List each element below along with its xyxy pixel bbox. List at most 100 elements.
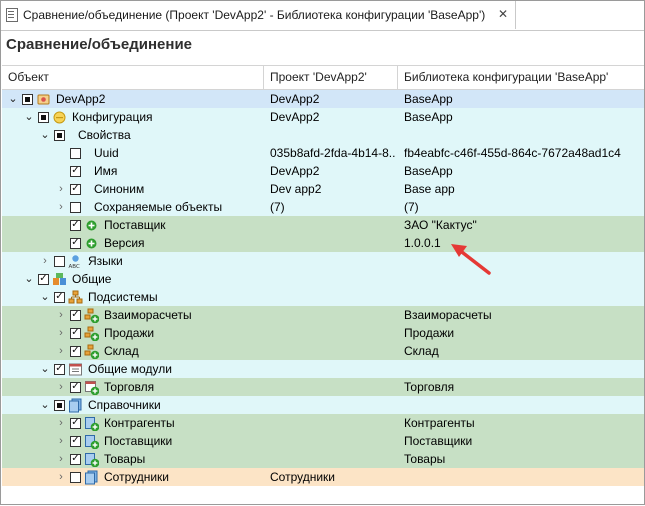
library-value: Продажи	[404, 326, 455, 340]
object-cell: › Сотрудники	[2, 468, 262, 486]
chevron-right-icon[interactable]: ›	[55, 198, 67, 216]
project-value	[264, 450, 396, 468]
table-row[interactable]: ⌄ Свойства	[2, 126, 644, 144]
project-value	[264, 216, 396, 234]
merge-checkbox[interactable]: ✓	[70, 237, 81, 249]
chevron-down-icon[interactable]: ⌄	[7, 90, 19, 108]
subsystem-add-icon	[84, 344, 99, 359]
chevron-down-icon[interactable]: ⌄	[39, 396, 51, 414]
merge-checkbox[interactable]: ✓	[70, 183, 81, 195]
chevron-down-icon[interactable]: ⌄	[39, 126, 51, 144]
merge-checkbox[interactable]: ✓	[70, 165, 81, 177]
table-row[interactable]: › Сохраняемые объекты (7) (7)	[2, 198, 644, 216]
chevron-right-icon[interactable]: ›	[55, 414, 67, 432]
chevron-right-icon[interactable]: ›	[55, 378, 67, 396]
merge-checkbox[interactable]: ✓	[54, 291, 65, 303]
table-row[interactable]: › ✓ Продажи Продажи	[2, 324, 644, 342]
table-row[interactable]: ✓ Имя DevApp2 BaseApp	[2, 162, 644, 180]
catalogs-icon	[68, 398, 83, 413]
merge-checkbox[interactable]	[54, 129, 65, 141]
merge-checkbox[interactable]	[38, 111, 49, 123]
merge-checkbox[interactable]: ✓	[70, 345, 81, 357]
library-value: (7)	[404, 200, 419, 214]
object-cell: ⌄ Справочники	[2, 396, 262, 414]
table-row[interactable]: › ✓ Поставщики Поставщики	[2, 432, 644, 450]
table-row[interactable]: › ✓ Товары Товары	[2, 450, 644, 468]
merge-checkbox[interactable]	[70, 201, 81, 213]
table-row[interactable]: › ✓ Торговля Торговля	[2, 378, 644, 396]
project-value	[264, 288, 396, 306]
project-value	[264, 126, 396, 144]
chevron-down-icon[interactable]: ⌄	[23, 108, 35, 126]
merge-checkbox[interactable]	[70, 471, 81, 483]
chevron-right-icon[interactable]: ›	[55, 306, 67, 324]
table-row[interactable]: › ABC Языки	[2, 252, 644, 270]
merge-checkbox[interactable]: ✓	[70, 453, 81, 465]
table-row[interactable]: › ✓ Взаиморасчеты Взаиморасчеты	[2, 306, 644, 324]
close-icon[interactable]: ✕	[497, 8, 509, 20]
object-label: Общие модули	[88, 362, 172, 376]
table-row[interactable]: ⌄ ✓ Подсистемы	[2, 288, 644, 306]
merge-checkbox[interactable]: ✓	[70, 417, 81, 429]
editor-tab[interactable]: Сравнение/объединение (Проект 'DevApp2' …	[1, 1, 516, 29]
chevron-down-icon[interactable]: ⌄	[23, 270, 35, 288]
chevron-right-icon[interactable]: ›	[55, 468, 67, 486]
merge-checkbox[interactable]	[22, 93, 33, 105]
object-label: Синоним	[94, 182, 145, 196]
library-value: 1.0.0.1	[404, 236, 441, 250]
tab-title: Сравнение/объединение (Проект 'DevApp2' …	[23, 8, 486, 22]
merge-checkbox[interactable]	[54, 255, 65, 267]
object-label: Подсистемы	[88, 290, 158, 304]
table-row[interactable]: ⌄ ✓ Общие модули	[2, 360, 644, 378]
merge-checkbox[interactable]: ✓	[70, 309, 81, 321]
project-value	[264, 324, 396, 342]
catalog-add-icon	[84, 434, 99, 449]
chevron-down-icon[interactable]: ⌄	[39, 288, 51, 306]
table-row[interactable]: ⌄ Справочники	[2, 396, 644, 414]
merge-checkbox[interactable]: ✓	[70, 435, 81, 447]
table-row[interactable]: ⌄ DevApp2 DevApp2 BaseApp	[2, 90, 644, 108]
chevron-right-icon[interactable]: ›	[55, 432, 67, 450]
library-value: Взаиморасчеты	[404, 308, 492, 322]
merge-checkbox[interactable]: ✓	[70, 381, 81, 393]
table-row[interactable]: ⌄ Конфигурация DevApp2 BaseApp	[2, 108, 644, 126]
column-header-object[interactable]: Объект	[2, 66, 264, 89]
table-body: ⌄ DevApp2 DevApp2 BaseApp ⌄ Конфигурация DevAp…	[2, 90, 644, 486]
merge-checkbox[interactable]: ✓	[70, 219, 81, 231]
merge-checkbox[interactable]	[70, 147, 81, 159]
table-row[interactable]: › ✓ Контрагенты Контрагенты	[2, 414, 644, 432]
chevron-down-icon[interactable]: ⌄	[39, 360, 51, 378]
merge-checkbox[interactable]	[54, 399, 65, 411]
object-label: Товары	[104, 452, 146, 466]
object-label: Свойства	[78, 128, 131, 142]
library-value: Base app	[404, 182, 455, 196]
project-value: DevApp2	[270, 110, 320, 124]
project-value: Dev app2	[270, 182, 322, 196]
table-row[interactable]: › Сотрудники Сотрудники	[2, 468, 644, 486]
table-row[interactable]: ✓ Версия 1.0.0.1	[2, 234, 644, 252]
column-header-project[interactable]: Проект 'DevApp2'	[264, 66, 398, 89]
chevron-right-icon[interactable]: ›	[55, 342, 67, 360]
merge-checkbox[interactable]: ✓	[70, 327, 81, 339]
library-value	[398, 252, 644, 270]
table-row[interactable]: ⌄ ✓ Общие	[2, 270, 644, 288]
library-value	[398, 126, 644, 144]
merge-checkbox[interactable]: ✓	[38, 273, 49, 285]
chevron-right-icon[interactable]: ›	[55, 180, 67, 198]
library-value: Склад	[404, 344, 439, 358]
merge-checkbox[interactable]: ✓	[54, 363, 65, 375]
chevron-right-icon[interactable]: ›	[55, 450, 67, 468]
column-header-library[interactable]: Библиотека конфигурации 'BaseApp'	[398, 66, 644, 89]
table-row[interactable]: Uuid 035b8afd-2fda-4b14-8... fb4eabfc-c46f…	[2, 144, 644, 162]
table-row[interactable]: ✓ Поставщик ЗАО "Кактус"	[2, 216, 644, 234]
chevron-right-icon[interactable]: ›	[39, 252, 51, 270]
library-value: fb4eabfc-c46f-455d-864c-7672a48ad1c4	[404, 146, 621, 160]
library-value	[398, 360, 644, 378]
table-row[interactable]: › ✓ Склад Склад	[2, 342, 644, 360]
object-label: Контрагенты	[104, 416, 175, 430]
chevron-right-icon[interactable]: ›	[55, 324, 67, 342]
table-row[interactable]: › ✓ Синоним Dev app2 Base app	[2, 180, 644, 198]
languages-icon: ABC	[68, 254, 83, 269]
library-value: BaseApp	[404, 92, 453, 106]
